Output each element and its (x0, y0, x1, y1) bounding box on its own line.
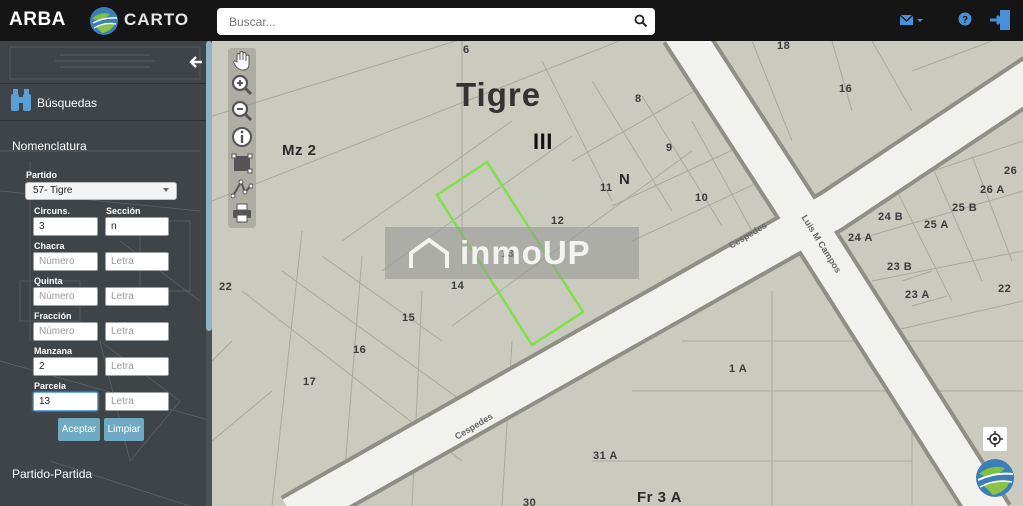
chacra-label: Chacra (34, 241, 65, 251)
parcel-label: 1 A (729, 363, 748, 375)
parcel-label: 22 (219, 281, 233, 293)
arba-logo[interactable]: ARBA (9, 9, 66, 31)
search-icon[interactable] (634, 14, 648, 28)
carto-logo-text: CARTO (124, 10, 190, 29)
quinta-numero-input[interactable]: Número (33, 287, 98, 306)
parcel-label: 16 (839, 83, 853, 95)
parcel-label: 25 B (952, 202, 978, 214)
aceptar-button[interactable]: Aceptar (58, 418, 100, 441)
busquedas-label[interactable]: Búsquedas (37, 96, 97, 110)
parcel-label: 26 A (980, 184, 1005, 196)
print-icon[interactable] (231, 202, 253, 224)
fraccion-letra-input[interactable]: Letra (105, 322, 169, 341)
parcel-label: 11 (600, 182, 613, 194)
parcel-label: 8 (635, 93, 642, 105)
zoom-in-icon[interactable] (231, 74, 253, 96)
parcel-label: 12 (551, 215, 565, 227)
carto-globe-icon (976, 459, 1014, 497)
search-input[interactable] (229, 12, 619, 31)
parcel-label: 10 (695, 192, 709, 204)
crosshair-icon (987, 431, 1003, 447)
partido-select[interactable]: 57- Tigre (25, 182, 177, 200)
parcel-label: 31 A (593, 450, 618, 462)
parcel-label: 25 A (924, 219, 949, 231)
chacra-letra-input[interactable]: Letra (105, 252, 169, 271)
logout-icon[interactable] (989, 9, 1011, 31)
search-box[interactable] (217, 8, 655, 35)
fraction-label: Fr 3 A (637, 489, 682, 506)
section-number: III (533, 129, 553, 154)
parcel-label: 15 (402, 312, 416, 324)
parcela-numero-input[interactable]: 13 (33, 392, 98, 411)
manzana-numero-input[interactable]: 2 (33, 357, 98, 376)
parcel-label: 6 (463, 44, 470, 56)
partido-selected-value: 57- Tigre (33, 185, 73, 196)
circuns-label: Circuns. (34, 206, 71, 216)
parcel-label: 18 (777, 41, 791, 52)
parcel-label: 16 (353, 344, 367, 356)
parcel-label: 9 (666, 142, 673, 154)
measure-line-icon[interactable] (231, 178, 253, 200)
parcel-label: 17 (303, 376, 317, 388)
info-icon[interactable] (231, 126, 253, 148)
partido-partida-title[interactable]: Partido-Partida (12, 467, 92, 481)
arrow-left-icon[interactable] (189, 55, 203, 69)
pan-hand-icon[interactable] (231, 50, 253, 72)
nomenclatura-title[interactable]: Nomenclatura (12, 139, 87, 153)
search-sidebar: Búsquedas Nomenclatura Partido 57- Tigre… (0, 41, 212, 506)
manzana-letra-input[interactable]: Letra (105, 357, 169, 376)
zoom-out-icon[interactable] (231, 100, 253, 122)
locate-button[interactable] (983, 427, 1007, 451)
manzana-label: Mz 2 (282, 142, 317, 159)
top-bar: ARBA CARTO ? (0, 0, 1023, 41)
section-letter: N (619, 171, 631, 188)
limpiar-button[interactable]: Limpiar (104, 418, 144, 441)
binoculars-icon (11, 89, 31, 111)
measure-area-icon[interactable] (231, 152, 253, 174)
partido-label: Partido (26, 170, 58, 180)
parcel-label: 24 B (878, 211, 904, 223)
parcel-label: 30 (523, 497, 537, 506)
manzana-label: Manzana (34, 346, 73, 356)
parcel-label: 24 A (848, 232, 873, 244)
parcela-label: Parcela (34, 381, 67, 391)
parcel-label: 23 B (887, 261, 913, 273)
parcel-label: 22 (998, 283, 1012, 295)
parcel-label: 14 (451, 280, 465, 292)
watermark-text: inmoUP (460, 234, 591, 271)
locality-title: Tigre (456, 76, 542, 113)
quinta-letra-input[interactable]: Letra (105, 287, 169, 306)
seccion-input[interactable]: n (105, 217, 169, 236)
parcel-label: 26 (1004, 165, 1018, 177)
fraccion-numero-input[interactable]: Número (33, 322, 98, 341)
mail-icon[interactable] (899, 13, 925, 27)
chevron-down-icon (163, 188, 169, 192)
help-icon[interactable]: ? (958, 12, 972, 26)
parcela-letra-input[interactable]: Letra (105, 392, 169, 411)
quinta-label: Quinta (34, 276, 63, 286)
fraccion-label: Fracción (34, 311, 72, 321)
seccion-label: Sección (106, 206, 141, 216)
parcel-label: 23 A (905, 289, 930, 301)
svg-text:?: ? (962, 15, 968, 26)
house-icon (409, 237, 449, 268)
circuns-input[interactable]: 3 (33, 217, 98, 236)
chacra-numero-input[interactable]: Número (33, 252, 98, 271)
carto-globe-icon (90, 7, 118, 35)
